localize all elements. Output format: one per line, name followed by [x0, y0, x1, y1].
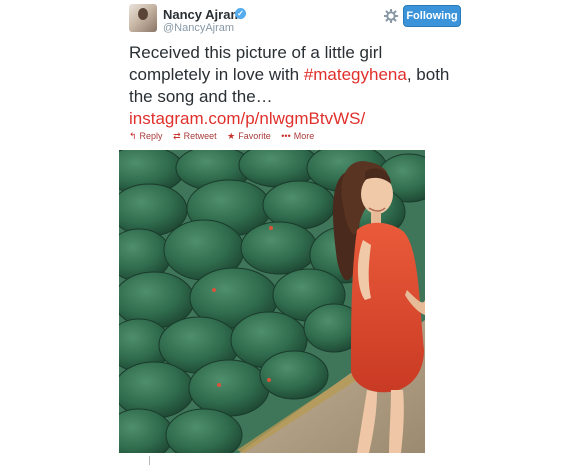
tweet-text: Received this picture of a little girl c… [129, 42, 469, 130]
divider-tick [149, 456, 150, 465]
tweet-actions: ↰ Reply ⇄ Retweet ★ Favorite ••• More [129, 131, 322, 142]
user-handle[interactable]: @NancyAjram [163, 22, 234, 34]
favorite-label: Favorite [238, 131, 271, 141]
more-action[interactable]: ••• More [281, 131, 314, 141]
tweet-text-suffix: , both [406, 65, 450, 84]
reply-label: Reply [139, 131, 163, 141]
retweet-icon: ⇄ [173, 131, 181, 141]
avatar[interactable] [129, 4, 157, 32]
tweet-photo[interactable] [119, 150, 425, 453]
more-dots-icon: ••• [281, 131, 291, 141]
gear-icon[interactable] [384, 9, 398, 23]
tweet-text-prefix: completely in love with [129, 65, 304, 84]
reply-action[interactable]: ↰ Reply [129, 131, 163, 141]
retweet-label: Retweet [183, 131, 217, 141]
retweet-action[interactable]: ⇄ Retweet [173, 131, 217, 141]
verified-badge-icon: ✓ [235, 8, 246, 19]
favorite-action[interactable]: ★ Favorite [227, 131, 271, 141]
following-button[interactable]: Following [403, 5, 461, 27]
star-icon: ★ [227, 131, 236, 141]
photo-girl-with-watermelons [119, 150, 425, 453]
reply-icon: ↰ [129, 131, 137, 141]
tweet-text-line-1: Received this picture of a little girl [129, 43, 383, 62]
more-label: More [293, 131, 315, 141]
instagram-link[interactable]: instagram.com/p/nlwgmBtvWS/ [129, 109, 365, 128]
user-name[interactable]: Nancy Ajram [163, 7, 242, 22]
tweet-text-line-2: completely in love with #mategyhena, bot… [129, 64, 469, 86]
tweet-text-line-3: the song and the… [129, 87, 273, 106]
hashtag-link[interactable]: #mategyhena [304, 65, 407, 84]
tweet-card: Nancy Ajram ✓ @NancyAjram Following Rece… [113, 0, 469, 465]
